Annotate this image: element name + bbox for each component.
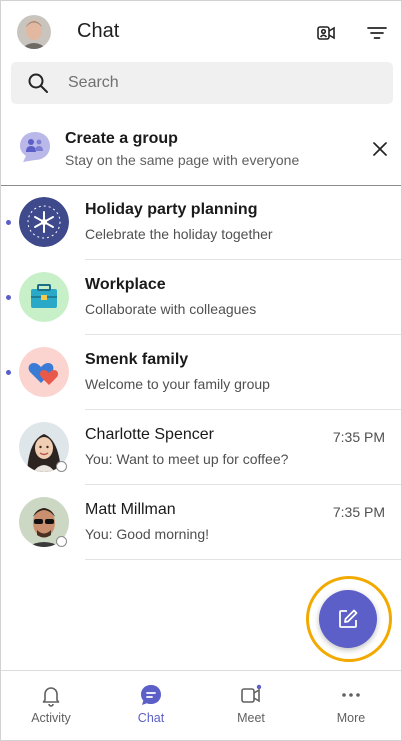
create-group-banner[interactable]: Create a group Stay on the same page wit… xyxy=(1,113,401,186)
chat-time: 7:35 PM xyxy=(332,504,385,520)
banner-subtitle: Stay on the same page with everyone xyxy=(65,152,300,168)
unread-indicator xyxy=(6,370,11,375)
chat-row-workplace[interactable]: Workplace Collaborate with colleagues xyxy=(1,260,401,335)
filter-icon[interactable] xyxy=(365,21,389,45)
nav-label: More xyxy=(336,711,366,725)
chat-name: Smenk family xyxy=(85,351,189,368)
nav-label: Meet xyxy=(237,711,265,725)
bell-icon xyxy=(39,683,63,707)
holiday-group-avatar xyxy=(19,197,69,247)
chat-preview: Celebrate the holiday together xyxy=(85,226,273,242)
banner-title: Create a group xyxy=(65,130,178,147)
search-bar[interactable]: Search xyxy=(11,62,393,104)
app-frame: Chat Search Create a group Stay on the s… xyxy=(0,0,402,741)
nav-label: Activity xyxy=(31,711,71,725)
chat-time: 7:35 PM xyxy=(332,429,385,445)
bottom-nav: Activity Chat Meet More xyxy=(1,670,401,740)
workplace-group-avatar xyxy=(19,272,69,322)
nav-meet[interactable]: Meet xyxy=(201,671,301,740)
chat-name: Workplace xyxy=(85,276,166,293)
presence-offline-icon xyxy=(56,536,67,547)
chat-preview: Welcome to your family group xyxy=(85,376,270,392)
chat-preview: You: Want to meet up for coffee? xyxy=(85,451,289,467)
chat-preview: Collaborate with colleagues xyxy=(85,301,257,317)
search-input[interactable]: Search xyxy=(68,74,119,92)
chat-name: Matt Millman xyxy=(85,501,176,518)
divider xyxy=(85,559,401,560)
more-icon xyxy=(339,683,363,707)
video-call-icon[interactable] xyxy=(314,21,338,45)
unread-indicator xyxy=(6,220,11,225)
page-title: Chat xyxy=(77,20,120,42)
video-icon xyxy=(239,683,263,707)
search-icon xyxy=(27,72,49,94)
chat-row-matt-millman[interactable]: Matt Millman 7:35 PM You: Good morning! xyxy=(1,485,401,560)
chat-name: Charlotte Spencer xyxy=(85,426,214,443)
chat-row-charlotte-spencer[interactable]: Charlotte Spencer 7:35 PM You: Want to m… xyxy=(1,410,401,485)
nav-label: Chat xyxy=(137,711,165,725)
family-group-avatar xyxy=(19,347,69,397)
presence-offline-icon xyxy=(56,461,67,472)
chat-row-holiday-party-planning[interactable]: Holiday party planning Celebrate the hol… xyxy=(1,185,401,260)
close-icon[interactable] xyxy=(368,137,392,161)
nav-more[interactable]: More xyxy=(301,671,401,740)
chat-icon xyxy=(139,683,163,707)
compose-button[interactable] xyxy=(319,590,377,648)
header: Chat xyxy=(1,1,401,59)
chat-row-smenk-family[interactable]: Smenk family Welcome to your family grou… xyxy=(1,335,401,410)
chat-preview: You: Good morning! xyxy=(85,526,210,542)
avatar[interactable] xyxy=(17,15,51,49)
nav-activity[interactable]: Activity xyxy=(1,671,101,740)
nav-chat[interactable]: Chat xyxy=(101,671,201,740)
group-chat-icon xyxy=(18,130,52,164)
chat-name: Holiday party planning xyxy=(85,201,258,218)
unread-indicator xyxy=(6,295,11,300)
